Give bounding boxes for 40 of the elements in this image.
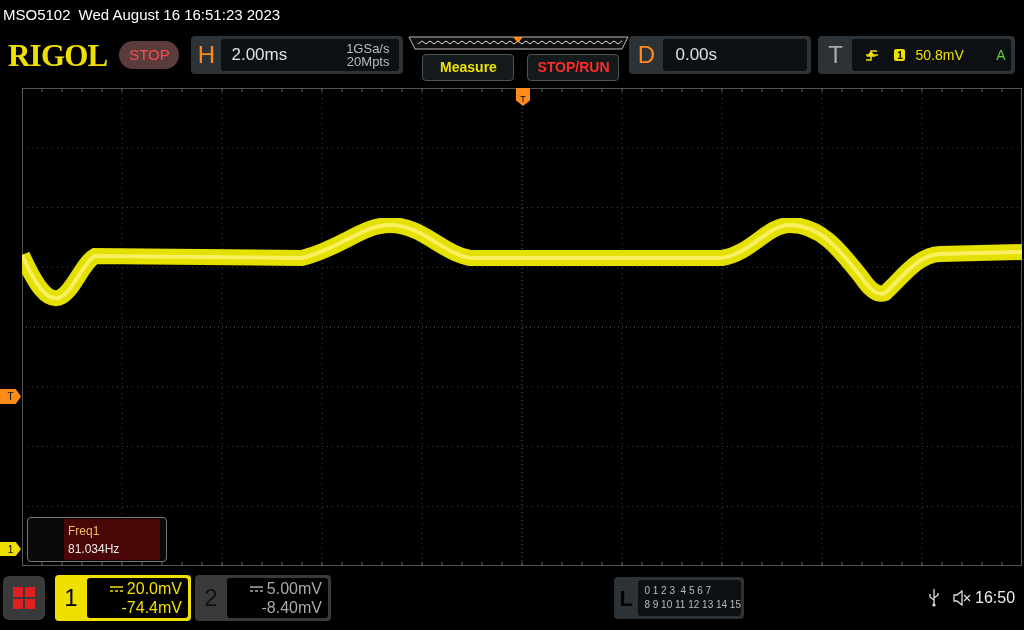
dc-coupling-icon (249, 585, 263, 592)
stop-run-button[interactable]: STOP/RUN (527, 54, 620, 81)
trigger-source-badge: 1 (894, 49, 906, 61)
delay-label: D (636, 40, 657, 70)
trigger-mode: A (996, 45, 1006, 65)
rising-edge-icon (866, 49, 879, 61)
horizontal-panel[interactable]: H 2.00ms 1GSa/s 20Mpts (191, 36, 404, 74)
measurement-name: Freq1 (68, 522, 101, 540)
channel-panel[interactable]: 1 20.0mV -74.4mV (55, 575, 191, 621)
logic-channels-row-text: 0 1 2 3 4 5 6 7 (644, 584, 713, 598)
trigger-level: 50.8mV (915, 45, 964, 65)
brand-logo: RIGOL (8, 40, 108, 71)
trigger-level-marker[interactable]: T (0, 389, 21, 404)
date-time: Wed August 16 16:51:23 2023 (78, 4, 281, 25)
measurement-value: 81.034Hz (68, 540, 121, 558)
model-name: MSO5102 (3, 4, 71, 25)
delay-panel[interactable]: D 0.00s (629, 36, 812, 74)
memory-depth: 20Mpts (346, 55, 390, 68)
usb-icon (929, 589, 939, 607)
logic-channels-row: 8 9 10 11 12 13 14 15 (644, 598, 741, 612)
horizontal-label: H (196, 40, 217, 70)
clock: 16:50 (975, 588, 1016, 608)
vertical-scale: 20.0mV (126, 579, 182, 598)
sample-rate: 1GSa/s (346, 42, 390, 55)
vertical-offset: -74.4mV (121, 598, 182, 617)
measure-button[interactable]: Measure (422, 54, 515, 81)
vertical-offset: -8.40mV (261, 598, 322, 617)
channel-number: 1 (63, 583, 79, 613)
trigger-label: T (827, 40, 844, 70)
dc-coupling-icon (109, 585, 123, 592)
menu-button[interactable] (3, 576, 45, 620)
grid-menu-icon (13, 587, 35, 609)
vertical-scale: 5.00mV (266, 579, 322, 598)
delay-value: 0.00s (675, 44, 718, 67)
timebase-value: 2.00ms (231, 44, 288, 67)
channel-offset-marker[interactable]: 1 (0, 542, 21, 556)
speaker-muted-icon (953, 590, 971, 606)
trigger-panel[interactable]: T 1 50.8mV A (818, 36, 1016, 74)
measurement-panel[interactable]: Freq1 81.034Hz (27, 517, 167, 562)
trigger-position-marker[interactable]: T (516, 88, 530, 106)
